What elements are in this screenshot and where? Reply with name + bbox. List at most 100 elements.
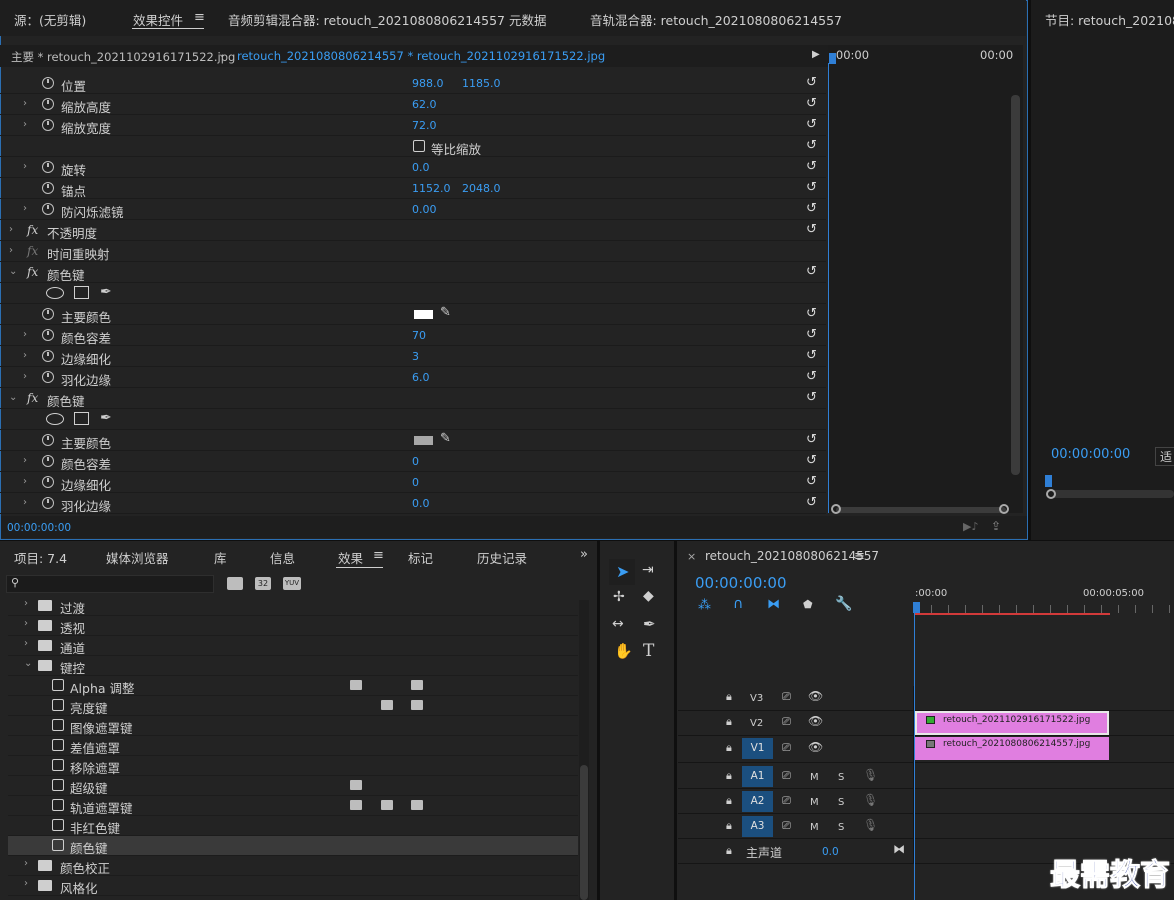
track-label-v3[interactable]: V3 <box>750 693 763 704</box>
pen-mask-icon[interactable]: ✒ <box>100 410 112 426</box>
solo-button[interactable]: S <box>838 797 844 808</box>
play-audio-icon[interactable]: ▶♪ <box>963 520 978 533</box>
stopwatch-icon[interactable] <box>42 497 54 509</box>
chevron-right-icon[interactable]: › <box>24 638 28 649</box>
uniform-scale-checkbox[interactable] <box>413 140 425 152</box>
tab-info[interactable]: 信息 <box>270 548 295 567</box>
edge-thin-value[interactable]: 0 <box>412 476 419 489</box>
stopwatch-icon[interactable] <box>42 350 54 362</box>
chevron-down-icon[interactable]: ⌄ <box>24 658 32 669</box>
chevron-right-icon[interactable]: › <box>23 350 27 361</box>
clip-v1[interactable]: retouch_2021080806214557.jpg <box>915 737 1109 760</box>
eyedropper-icon[interactable]: ✎ <box>440 305 451 320</box>
reset-icon[interactable]: ↺ <box>806 159 817 174</box>
chevron-right-icon[interactable]: › <box>23 476 27 487</box>
chevron-right-icon[interactable]: › <box>23 98 27 109</box>
fit-dropdown[interactable]: 适 <box>1155 447 1174 466</box>
ec-playhead[interactable] <box>829 53 836 64</box>
rectangle-mask-icon[interactable] <box>74 412 89 425</box>
stopwatch-icon[interactable] <box>42 182 54 194</box>
stopwatch-icon[interactable] <box>42 434 54 446</box>
scale-height-value[interactable]: 62.0 <box>412 98 437 111</box>
effects-tree-item[interactable]: › 过渡 <box>8 596 578 616</box>
sync-lock-icon[interactable]: ⎚ <box>782 769 791 783</box>
chevron-right-icon[interactable]: › <box>24 618 28 629</box>
lock-icon[interactable]: 🔒︎ <box>726 819 732 833</box>
chevron-right-icon[interactable]: › <box>23 371 27 382</box>
solo-button[interactable]: S <box>838 772 844 783</box>
razor-icon[interactable]: ◆ <box>643 588 654 604</box>
color-swatch[interactable] <box>414 310 433 319</box>
stopwatch-icon[interactable] <box>42 203 54 215</box>
close-icon[interactable]: × <box>687 550 696 563</box>
reset-icon[interactable]: ↺ <box>806 474 817 489</box>
chevron-right-icon[interactable]: › <box>24 598 28 609</box>
fx-icon[interactable]: fx <box>27 223 38 237</box>
pen-tool-icon[interactable]: ✒ <box>643 615 656 633</box>
track-label-a1[interactable]: A1 <box>742 766 773 787</box>
feather-value[interactable]: 6.0 <box>412 371 430 384</box>
tab-program[interactable]: 节目: retouch_20210808 <box>1045 10 1174 29</box>
eye-icon[interactable]: 👁︎ <box>808 740 823 754</box>
lock-icon[interactable]: 🔒︎ <box>726 794 732 808</box>
scale-width-value[interactable]: 72.0 <box>412 119 437 132</box>
effects-tree-item[interactable]: › 透视 <box>8 616 578 636</box>
tree-scrollbar-track[interactable] <box>579 600 589 900</box>
sync-lock-icon[interactable]: ⎚ <box>782 715 791 729</box>
effects-tree-item[interactable]: 非红色键 <box>8 816 578 836</box>
marker-icon[interactable]: ⬟ <box>803 598 813 611</box>
chevron-down-icon[interactable]: ⌄ <box>9 266 17 277</box>
chevron-right-icon[interactable]: › <box>9 224 13 235</box>
reset-icon[interactable]: ↺ <box>806 390 817 405</box>
program-scrollbar[interactable] <box>1049 490 1174 498</box>
reset-icon[interactable]: ↺ <box>806 495 817 510</box>
32bit-filter-icon[interactable]: 32 <box>255 577 271 590</box>
timeline-timecode[interactable]: 00:00:00:00 <box>695 574 787 592</box>
color-swatch[interactable] <box>414 436 433 445</box>
chevron-right-icon[interactable]: › <box>24 858 28 869</box>
yuv-filter-icon[interactable]: YUV <box>283 577 301 590</box>
stopwatch-icon[interactable] <box>42 161 54 173</box>
track-label-v2[interactable]: V2 <box>750 718 763 729</box>
effects-tree-item[interactable]: 超级键 <box>8 776 578 796</box>
reset-icon[interactable]: ↺ <box>806 138 817 153</box>
chevron-right-icon[interactable]: › <box>23 497 27 508</box>
mic-icon[interactable]: 🎙︎ <box>863 768 878 782</box>
tab-effects[interactable]: 效果 <box>338 548 363 567</box>
effects-tree-item[interactable]: Alpha 调整 <box>8 676 578 696</box>
slip-tool-icon[interactable]: ↔ <box>612 616 624 632</box>
pen-mask-icon[interactable]: ✒ <box>100 284 112 300</box>
sequence-tab[interactable]: retouch_2021080806214557 <box>705 549 879 563</box>
stopwatch-icon[interactable] <box>42 98 54 110</box>
chevron-right-icon[interactable]: › <box>23 161 27 172</box>
mute-button[interactable]: M <box>810 822 819 833</box>
linked-selection-icon[interactable]: ⧓ <box>767 597 780 612</box>
lock-icon[interactable]: 🔒︎ <box>726 690 732 704</box>
sync-lock-icon[interactable]: ⎚ <box>782 819 791 833</box>
play-triangle-icon[interactable]: ▶ <box>812 49 820 60</box>
eye-icon[interactable]: 👁︎ <box>808 689 823 703</box>
tab-source[interactable]: 源：(无剪辑) <box>14 10 86 29</box>
eyedropper-icon[interactable]: ✎ <box>440 431 451 446</box>
go-to-out-icon[interactable]: ⧓ <box>893 842 905 856</box>
chevron-right-icon[interactable]: › <box>23 329 27 340</box>
selection-tool-icon[interactable]: ➤ <box>616 562 629 581</box>
master-clip-name[interactable]: 主要 * retouch_2021102916171522.jpg <box>11 49 235 65</box>
reset-icon[interactable]: ↺ <box>806 96 817 111</box>
clip-v2[interactable]: retouch_2021102916171522.jpg <box>915 711 1109 735</box>
tab-markers[interactable]: 标记 <box>408 548 433 567</box>
rotation-value[interactable]: 0.0 <box>412 161 430 174</box>
eye-icon[interactable]: 👁︎ <box>808 714 823 728</box>
chevron-right-icon[interactable]: › <box>23 119 27 130</box>
stopwatch-icon[interactable] <box>42 455 54 467</box>
effects-search-input[interactable]: ⚲ <box>6 575 214 593</box>
track-label-a2[interactable]: A2 <box>742 791 773 812</box>
sync-lock-icon[interactable]: ⎚ <box>782 794 791 808</box>
program-timecode[interactable]: 00:00:00:00 <box>1051 447 1130 462</box>
reset-icon[interactable]: ↺ <box>806 369 817 384</box>
tab-media-browser[interactable]: 媒体浏览器 <box>106 548 169 567</box>
stopwatch-icon[interactable] <box>42 119 54 131</box>
solo-button[interactable]: S <box>838 822 844 833</box>
anti-flicker-value[interactable]: 0.00 <box>412 203 437 216</box>
stopwatch-icon[interactable] <box>42 371 54 383</box>
